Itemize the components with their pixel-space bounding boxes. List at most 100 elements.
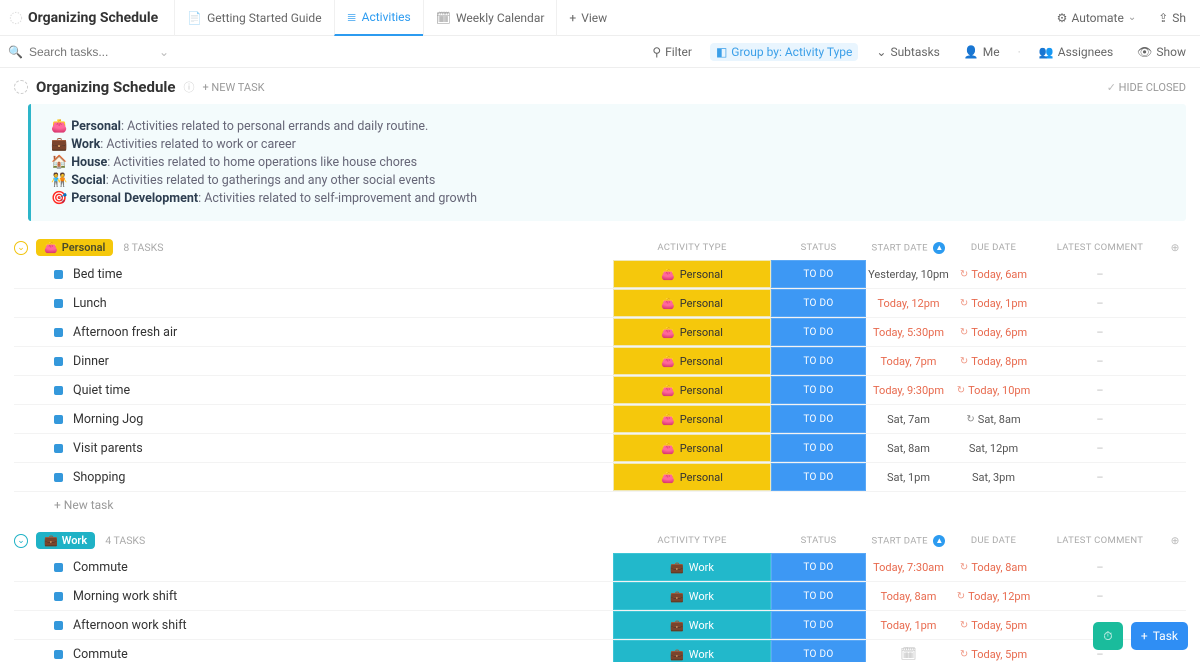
status-square[interactable]	[54, 650, 63, 659]
due-date-cell[interactable]: ↻Today, 12pm	[951, 582, 1036, 610]
start-date-cell[interactable]: Today, 12pm	[866, 289, 951, 317]
activity-type-cell[interactable]: 👛Personal	[613, 434, 771, 462]
activity-type-cell[interactable]: 👛Personal	[613, 376, 771, 404]
col-start-date[interactable]: START DATE ▲	[866, 242, 951, 254]
filter-chip[interactable]: ⚲Filter	[646, 43, 698, 61]
share-button[interactable]: ⇪ Sh	[1152, 7, 1192, 29]
comment-cell[interactable]: –	[1036, 260, 1164, 288]
task-name[interactable]: Bed time	[73, 267, 122, 282]
group-collapse-toggle[interactable]: ⌄	[14, 241, 28, 255]
list-status-icon[interactable]	[14, 80, 28, 94]
task-row[interactable]: Commute💼WorkTO DOToday, 7:30am↻Today, 8a…	[14, 553, 1186, 582]
start-date-cell[interactable]: Today, 7:30am	[866, 553, 951, 581]
comment-cell[interactable]: –	[1036, 582, 1164, 610]
status-cell[interactable]: TO DO	[771, 582, 866, 610]
subtasks-chip[interactable]: ⌄Subtasks	[870, 43, 945, 61]
due-date-cell[interactable]: Sat, 3pm	[951, 463, 1036, 491]
group-collapse-toggle[interactable]: ⌄	[14, 534, 28, 548]
activity-type-cell[interactable]: 💼Work	[613, 582, 771, 610]
tab-activities[interactable]: ≣ Activities	[334, 0, 423, 36]
activity-type-cell[interactable]: 💼Work	[613, 611, 771, 639]
status-square[interactable]	[54, 299, 63, 308]
new-task-top-button[interactable]: + NEW TASK	[202, 81, 264, 94]
comment-cell[interactable]: –	[1036, 289, 1164, 317]
due-date-cell[interactable]: ↻Today, 8pm	[951, 347, 1036, 375]
search[interactable]: 🔍 ⌄	[8, 45, 169, 59]
task-name[interactable]: Visit parents	[73, 441, 143, 456]
task-row[interactable]: Commute💼WorkTO DO🗓↻Today, 5pm–	[14, 640, 1186, 662]
info-icon[interactable]: ⓘ	[183, 79, 194, 95]
task-name[interactable]: Afternoon work shift	[73, 618, 187, 633]
comment-cell[interactable]: –	[1036, 553, 1164, 581]
col-latest-comment[interactable]: LATEST COMMENT	[1036, 242, 1164, 253]
task-row[interactable]: Quiet time👛PersonalTO DOToday, 9:30pm↻To…	[14, 376, 1186, 405]
start-date-cell[interactable]: Yesterday, 10pm	[866, 260, 951, 288]
start-date-cell[interactable]: Today, 5:30pm	[866, 318, 951, 346]
col-due-date[interactable]: DUE DATE	[951, 535, 1036, 546]
add-view-button[interactable]: + View	[556, 0, 619, 36]
col-start-date[interactable]: START DATE ▲	[866, 535, 951, 547]
status-square[interactable]	[54, 592, 63, 601]
activity-type-cell[interactable]: 👛Personal	[613, 318, 771, 346]
search-input[interactable]	[29, 45, 149, 59]
record-fab[interactable]: ⏱	[1093, 622, 1123, 650]
chevron-down-icon[interactable]: ⌄	[159, 45, 169, 59]
col-activity-type[interactable]: ACTIVITY TYPE	[613, 535, 771, 546]
add-column-button[interactable]: ⊕	[1164, 534, 1186, 547]
status-square[interactable]	[54, 473, 63, 482]
task-row[interactable]: Dinner👛PersonalTO DOToday, 7pm↻Today, 8p…	[14, 347, 1186, 376]
task-name[interactable]: Dinner	[73, 354, 109, 369]
group-by-chip[interactable]: ◧Group by: Activity Type	[710, 43, 858, 61]
col-activity-type[interactable]: ACTIVITY TYPE	[613, 242, 771, 253]
due-date-cell[interactable]: ↻Today, 8am	[951, 553, 1036, 581]
status-cell[interactable]: TO DO	[771, 405, 866, 433]
comment-cell[interactable]: –	[1036, 405, 1164, 433]
comment-cell[interactable]: –	[1036, 463, 1164, 491]
status-square[interactable]	[54, 357, 63, 366]
page-title[interactable]: Organizing Schedule	[28, 10, 158, 26]
status-cell[interactable]: TO DO	[771, 260, 866, 288]
tab-getting-started[interactable]: 📄 Getting Started Guide	[174, 0, 333, 36]
status-square[interactable]	[54, 415, 63, 424]
status-cell[interactable]: TO DO	[771, 463, 866, 491]
task-name[interactable]: Afternoon fresh air	[73, 325, 177, 340]
comment-cell[interactable]: –	[1036, 347, 1164, 375]
group-pill[interactable]: 👛Personal	[36, 239, 113, 256]
due-date-cell[interactable]: ↻Today, 10pm	[951, 376, 1036, 404]
add-column-button[interactable]: ⊕	[1164, 241, 1186, 254]
start-date-cell[interactable]: Today, 8am	[866, 582, 951, 610]
task-row[interactable]: Bed time 👛PersonalTO DOYesterday, 10pm↻To…	[14, 260, 1186, 289]
comment-cell[interactable]: –	[1036, 318, 1164, 346]
activity-type-cell[interactable]: 👛Personal	[613, 260, 771, 288]
status-cell[interactable]: TO DO	[771, 553, 866, 581]
activity-type-cell[interactable]: 💼Work	[613, 640, 771, 662]
start-date-cell[interactable]: Sat, 1pm	[866, 463, 951, 491]
automate-button[interactable]: ⚙ Automate ⌄	[1051, 7, 1143, 29]
start-date-cell[interactable]: 🗓	[866, 640, 951, 662]
task-row[interactable]: Morning work shift💼WorkTO DOToday, 8am↻T…	[14, 582, 1186, 611]
task-name[interactable]: Lunch	[73, 296, 107, 311]
due-date-cell[interactable]: ↻Today, 1pm	[951, 289, 1036, 317]
tab-weekly-calendar[interactable]: 🗓 Weekly Calendar	[423, 0, 557, 36]
comment-cell[interactable]: –	[1036, 434, 1164, 462]
assignees-chip[interactable]: 👥Assignees	[1033, 43, 1119, 61]
activity-type-cell[interactable]: 👛Personal	[613, 463, 771, 491]
task-name[interactable]: Shopping	[73, 470, 125, 485]
status-cell[interactable]: TO DO	[771, 434, 866, 462]
task-row[interactable]: Shopping 👛PersonalTO DOSat, 1pmSat, 3pm–	[14, 463, 1186, 492]
due-date-cell[interactable]: ↻Today, 6pm	[951, 318, 1036, 346]
me-chip[interactable]: 👤Me	[958, 43, 1006, 61]
task-name[interactable]: Quiet time	[73, 383, 130, 398]
due-date-cell[interactable]: ↻Today, 6am	[951, 260, 1036, 288]
status-square[interactable]	[54, 444, 63, 453]
status-square[interactable]	[54, 386, 63, 395]
col-latest-comment[interactable]: LATEST COMMENT	[1036, 535, 1164, 546]
start-date-cell[interactable]: Sat, 7am	[866, 405, 951, 433]
show-chip[interactable]: 👁Show	[1131, 43, 1192, 61]
status-square[interactable]	[54, 563, 63, 572]
calendar-icon[interactable]: 🗓	[900, 647, 917, 662]
task-name[interactable]: Commute	[73, 647, 128, 662]
due-date-cell[interactable]: ↻Today, 5pm	[951, 640, 1036, 662]
due-date-cell[interactable]: ↻Sat, 8am	[951, 405, 1036, 433]
status-cell[interactable]: TO DO	[771, 289, 866, 317]
